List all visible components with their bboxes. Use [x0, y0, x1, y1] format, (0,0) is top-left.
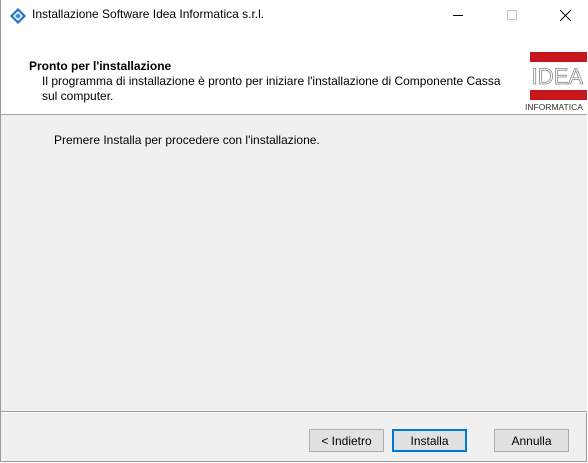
idea-informatica-logo: IDEA INFORMATICA	[524, 52, 587, 114]
svg-text:INFORMATICA: INFORMATICA	[525, 102, 583, 112]
wizard-header: Pronto per l'installazione Il programma …	[1, 30, 587, 115]
installer-window: Installazione Software Idea Informatica …	[0, 0, 587, 462]
svg-text:IDEA: IDEA	[532, 64, 584, 89]
installer-diamond-icon	[10, 8, 26, 24]
page-description: Il programma di installazione è pronto p…	[42, 74, 501, 103]
maximize-button[interactable]	[489, 0, 535, 30]
page-title: Pronto per l'installazione	[29, 59, 172, 73]
ready-message: Premere Installa per procedere con l'ins…	[54, 133, 320, 147]
install-button[interactable]: Installa	[392, 429, 467, 452]
back-button[interactable]: < Indietro	[309, 429, 384, 452]
minimize-icon	[453, 10, 463, 20]
wizard-content: Premere Installa per procedere con l'ins…	[1, 115, 587, 412]
close-button[interactable]	[542, 0, 588, 30]
maximize-icon	[507, 10, 517, 20]
minimize-button[interactable]	[435, 0, 481, 30]
title-bar[interactable]: Installazione Software Idea Informatica …	[1, 0, 587, 30]
cancel-button[interactable]: Annulla	[494, 429, 569, 452]
close-icon	[559, 9, 571, 21]
window-title: Installazione Software Idea Informatica …	[32, 7, 265, 21]
footer-divider-highlight	[1, 412, 587, 413]
